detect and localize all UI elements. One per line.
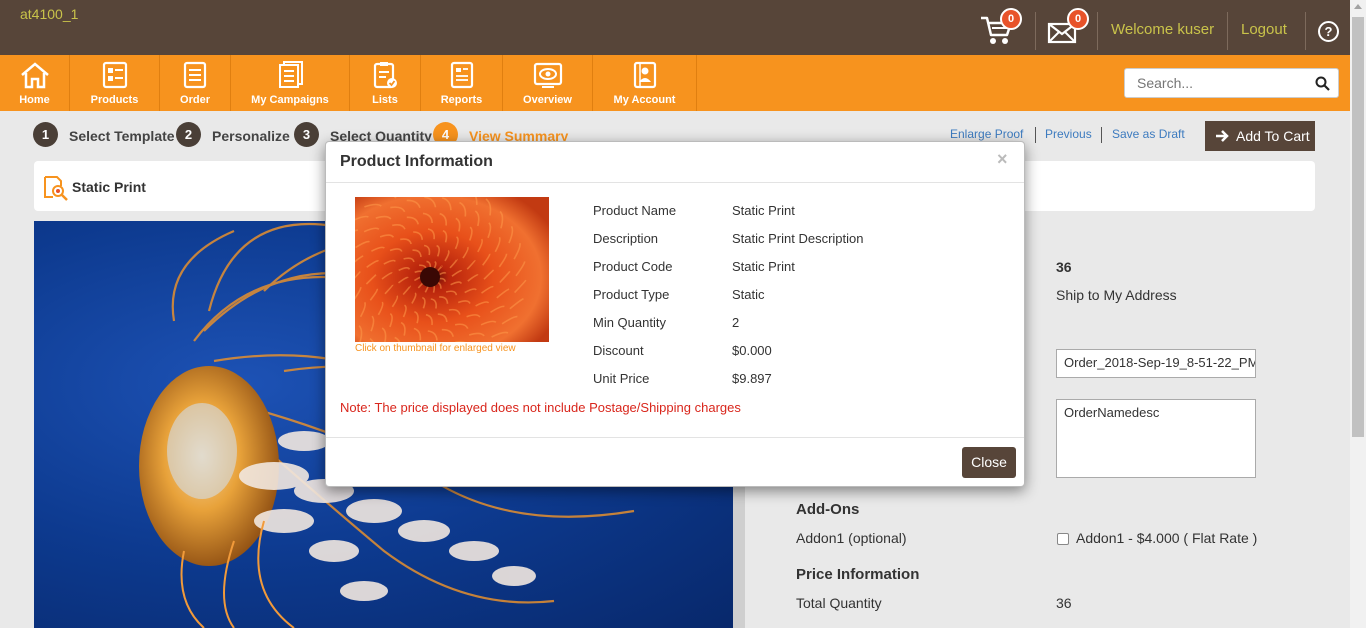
info-label-product-code: Product Code	[593, 259, 673, 274]
info-value-product-code: Static Print	[732, 259, 795, 274]
product-thumbnail[interactable]	[355, 197, 549, 342]
info-label-product-name: Product Name	[593, 203, 677, 218]
info-label-description: Description	[593, 231, 659, 246]
info-label-unit-price: Unit Price	[593, 371, 650, 386]
info-label-product-type: Product Type	[593, 287, 670, 302]
info-value-discount: $0.000	[732, 343, 772, 358]
divider	[326, 437, 1024, 438]
close-button[interactable]: Close	[962, 447, 1016, 478]
info-value-unit-price: $9.897	[732, 371, 772, 386]
close-icon[interactable]: ×	[997, 149, 1008, 170]
modal-title: Product Information	[340, 153, 493, 170]
info-value-description: Static Print Description	[732, 231, 864, 246]
shipping-note: Note: The price displayed does not inclu…	[340, 400, 741, 415]
info-value-min-quantity: 2	[732, 315, 740, 330]
scroll-thumb[interactable]	[1352, 17, 1364, 437]
info-label-min-quantity: Min Quantity	[593, 315, 666, 330]
info-value-product-name: Static Print	[732, 203, 795, 218]
scroll-up-arrow[interactable]	[1354, 4, 1362, 9]
product-info-modal: Product Information × Click on thumbnail…	[325, 141, 1025, 487]
flower-image	[355, 197, 549, 342]
info-value-product-type: Static	[732, 287, 765, 302]
thumbnail-caption: Click on thumbnail for enlarged view	[355, 343, 516, 354]
divider	[326, 182, 1024, 183]
info-label-discount: Discount	[593, 343, 644, 358]
